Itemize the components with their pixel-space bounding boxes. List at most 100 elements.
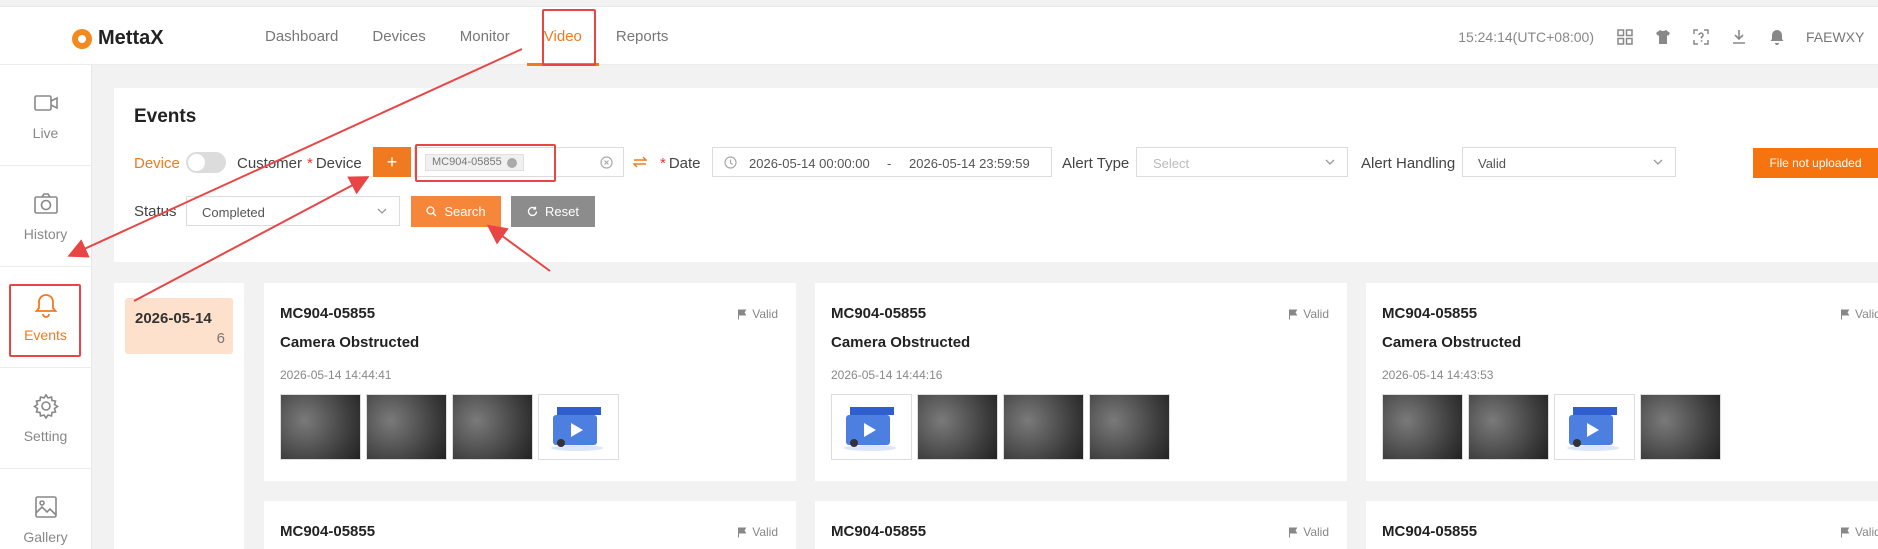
search-button[interactable]: Search [411,196,501,227]
reset-button-label: Reset [545,204,579,219]
apps-grid-icon[interactable] [1616,28,1634,46]
device-customer-toggle[interactable] [186,152,226,173]
event-card[interactable]: MC904-05855 Valid [815,501,1347,549]
date-list: 2026-05-14 6 [114,283,244,549]
status-select[interactable]: Completed [186,196,400,226]
event-card[interactable]: MC904-05855 Valid Camera Obstructed 2026… [1366,283,1878,481]
sidebar-item-setting[interactable]: Setting [0,368,91,469]
snapshot-thumbnail[interactable] [280,394,361,460]
gear-icon [32,393,59,420]
reset-button[interactable]: Reset [511,196,595,227]
event-type: Camera Obstructed [280,334,420,351]
flag-icon [1841,309,1850,319]
date-label-text: Date [668,155,701,172]
video-thumbnail[interactable] [1554,394,1635,460]
date-end[interactable]: 2026-05-14 23:59:59 [909,156,1030,171]
snapshot-thumbnail[interactable] [366,394,447,460]
alert-handling-select[interactable]: Valid [1462,147,1676,177]
event-device: MC904-05855 [1382,523,1478,540]
download-icon[interactable] [1730,28,1748,46]
event-device: MC904-05855 [831,305,927,322]
snapshot-thumbnail[interactable] [1640,394,1721,460]
video-thumbnail[interactable] [831,394,912,460]
snapshot-thumbnail[interactable] [1382,394,1463,460]
nav-dashboard[interactable]: Dashboard [248,7,355,66]
sidebar-item-gallery[interactable]: Gallery [0,469,91,549]
date-group-item[interactable]: 2026-05-14 6 [125,298,233,354]
video-play-icon [1567,407,1619,451]
event-time: 2026-05-14 14:43:53 [1382,368,1494,382]
date-label: * Date [660,155,701,172]
snapshot-thumbnail[interactable] [1089,394,1170,460]
event-status-label: Valid [752,525,778,539]
sidebar-item-label: History [23,226,68,242]
device-label-text: Device [315,155,362,172]
event-card[interactable]: MC904-05855 Valid [1366,501,1878,549]
video-thumbnail[interactable] [538,394,619,460]
brand-logo[interactable]: MettaX [72,27,164,50]
shirt-icon[interactable] [1654,28,1672,46]
refresh-icon [527,206,538,217]
event-status: Valid [737,307,778,321]
flag-icon [738,309,747,319]
date-group-count: 6 [216,330,225,347]
date-separator: - [887,156,892,171]
header-tools: 15:24:14(UTC+08:00) FAEWXY [1458,7,1878,66]
search-button-label: Search [444,204,486,219]
event-card[interactable]: MC904-05855 Valid [264,501,796,549]
clock: 15:24:14(UTC+08:00) [1458,28,1594,45]
flag-icon [1289,527,1298,537]
logo-icon [72,28,92,49]
date-range-picker[interactable]: 2026-05-14 00:00:00 - 2026-05-14 23:59:5… [712,147,1052,177]
event-status: Valid [737,525,778,539]
date-start[interactable]: 2026-05-14 00:00:00 [749,156,870,171]
add-device-button[interactable]: + [373,147,411,177]
top-bar: MettaX Dashboard Devices Monitor Video R… [0,6,1878,66]
event-status: Valid [1840,307,1878,321]
alert-type-select[interactable]: Select [1136,147,1348,177]
user-menu[interactable]: FAEWXY [1806,29,1878,45]
video-play-icon [551,407,603,451]
swap-icon[interactable] [633,155,647,169]
nav-monitor[interactable]: Monitor [443,7,527,66]
snapshot-thumbnail[interactable] [917,394,998,460]
event-type: Camera Obstructed [1382,334,1522,351]
event-thumbnails [280,394,624,460]
flag-icon [1841,527,1850,537]
device-label: * Device [307,155,362,172]
alert-type-label: Alert Type [1062,155,1130,172]
main-nav: Dashboard Devices Monitor Video Reports [248,7,685,66]
event-card[interactable]: MC904-05855 Valid Camera Obstructed 2026… [815,283,1347,481]
file-not-uploaded-button[interactable]: File not uploaded [1753,148,1878,178]
sidebar-item-live[interactable]: Live [0,65,91,166]
status-value: Completed [202,205,265,220]
event-card[interactable]: MC904-05855 Valid Camera Obstructed 2026… [264,283,796,481]
event-status: Valid [1288,525,1329,539]
chevron-down-icon [1325,159,1335,165]
snapshot-thumbnail[interactable] [1003,394,1084,460]
event-type: Camera Obstructed [831,334,971,351]
alert-handling-value: Valid [1478,156,1506,171]
annotation-box-events [9,284,81,357]
camera-icon [33,193,58,214]
event-status-label: Valid [1303,525,1329,539]
event-time: 2026-05-14 14:44:16 [831,368,943,382]
event-status: Valid [1840,525,1878,539]
clear-icon[interactable] [600,156,613,169]
mode-customer-label[interactable]: Customer [237,155,302,172]
help-scan-icon[interactable] [1692,28,1710,46]
status-label: Status [134,203,177,220]
alert-type-placeholder: Select [1153,156,1190,171]
alert-handling-label: Alert Handling [1361,155,1456,172]
mode-device-label[interactable]: Device [134,155,180,172]
snapshot-thumbnail[interactable] [1468,394,1549,460]
sidebar-item-history[interactable]: History [0,166,91,267]
notification-bell-icon[interactable] [1768,28,1786,46]
snapshot-thumbnail[interactable] [452,394,533,460]
event-device: MC904-05855 [280,305,376,322]
event-status-label: Valid [1855,525,1878,539]
nav-reports[interactable]: Reports [599,7,686,66]
nav-devices[interactable]: Devices [355,7,442,66]
sidebar-item-label: Setting [23,428,68,444]
annotation-box-video [542,9,596,66]
